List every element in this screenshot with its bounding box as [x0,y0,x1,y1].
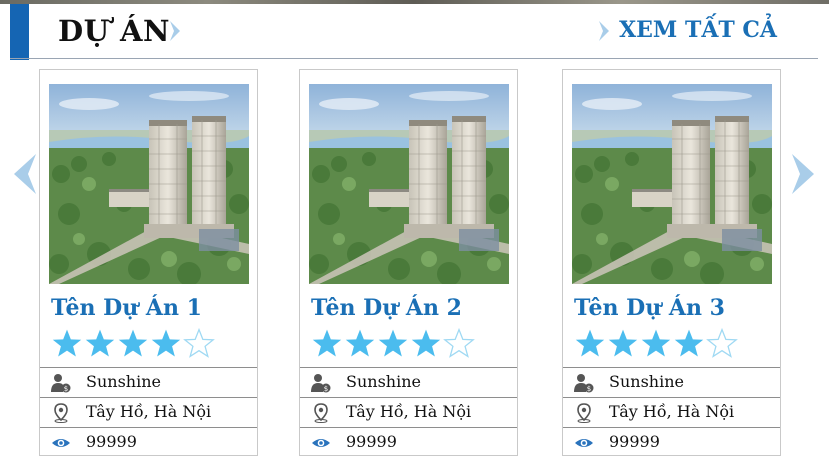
section-header: DỰ ÁN XEM TẤT CẢ [0,4,829,60]
star-filled-icon [378,329,408,357]
project-title[interactable]: Tên Dự Án 1 [51,295,202,321]
star-filled-icon [85,329,115,357]
svg-text:$: $ [64,385,68,393]
chevron-right-icon[interactable] [788,152,820,196]
user-money-icon: $ [574,373,594,393]
project-title[interactable]: Tên Dự Án 3 [574,295,725,321]
owner-row: $ Sunshine [563,367,780,397]
project-image[interactable] [572,84,772,284]
view-all-chevron-icon [599,21,609,41]
rating-stars [574,328,738,358]
star-filled-icon [575,329,605,357]
star-empty-icon [443,328,475,358]
star-filled-icon [151,329,181,357]
map-pin-icon [51,403,71,423]
star-empty-icon [183,328,215,358]
user-money-icon: $ [311,373,331,393]
views-row: 99999 [563,427,780,457]
views-text: 99999 [609,432,660,451]
views-row: 99999 [300,427,517,457]
location-row: Tây Hồ, Hà Nội [40,397,257,427]
section-title: DỰ ÁN [58,14,171,48]
owner-text: Sunshine [86,372,161,391]
star-filled-icon [312,329,342,357]
map-pin-icon [311,403,331,423]
star-filled-icon [411,329,441,357]
views-text: 99999 [86,432,137,451]
map-pin-icon [574,403,594,423]
star-filled-icon [674,329,704,357]
eye-icon [51,433,71,453]
project-card[interactable]: Tên Dự Án 3 $ Sunshine Tây Hồ, Hà Nội 99… [562,69,781,456]
eye-icon [574,433,594,453]
project-card[interactable]: Tên Dự Án 1 $ Sunshine Tây Hồ, Hà Nội 99… [39,69,258,456]
view-all-link[interactable]: XEM TẤT CẢ [619,17,777,43]
chevron-left-icon[interactable] [8,152,40,196]
header-accent-bar [10,4,29,60]
owner-text: Sunshine [609,372,684,391]
star-filled-icon [641,329,671,357]
project-image[interactable] [49,84,249,284]
project-card[interactable]: Tên Dự Án 2 $ Sunshine Tây Hồ, Hà Nội 99… [299,69,518,456]
svg-text:$: $ [587,385,591,393]
location-text: Tây Hồ, Hà Nội [86,402,212,421]
location-row: Tây Hồ, Hà Nội [563,397,780,427]
star-filled-icon [345,329,375,357]
star-empty-icon [706,328,738,358]
views-row: 99999 [40,427,257,457]
star-filled-icon [52,329,82,357]
eye-icon [311,433,331,453]
header-divider [10,58,818,59]
owner-row: $ Sunshine [40,367,257,397]
owner-text: Sunshine [346,372,421,391]
svg-text:$: $ [324,385,328,393]
location-text: Tây Hồ, Hà Nội [609,402,735,421]
owner-row: $ Sunshine [300,367,517,397]
title-chevron-icon [170,21,180,41]
location-row: Tây Hồ, Hà Nội [300,397,517,427]
rating-stars [311,328,475,358]
project-image[interactable] [309,84,509,284]
star-filled-icon [118,329,148,357]
rating-stars [51,328,215,358]
project-title[interactable]: Tên Dự Án 2 [311,295,462,321]
location-text: Tây Hồ, Hà Nội [346,402,472,421]
star-filled-icon [608,329,638,357]
views-text: 99999 [346,432,397,451]
user-money-icon: $ [51,373,71,393]
